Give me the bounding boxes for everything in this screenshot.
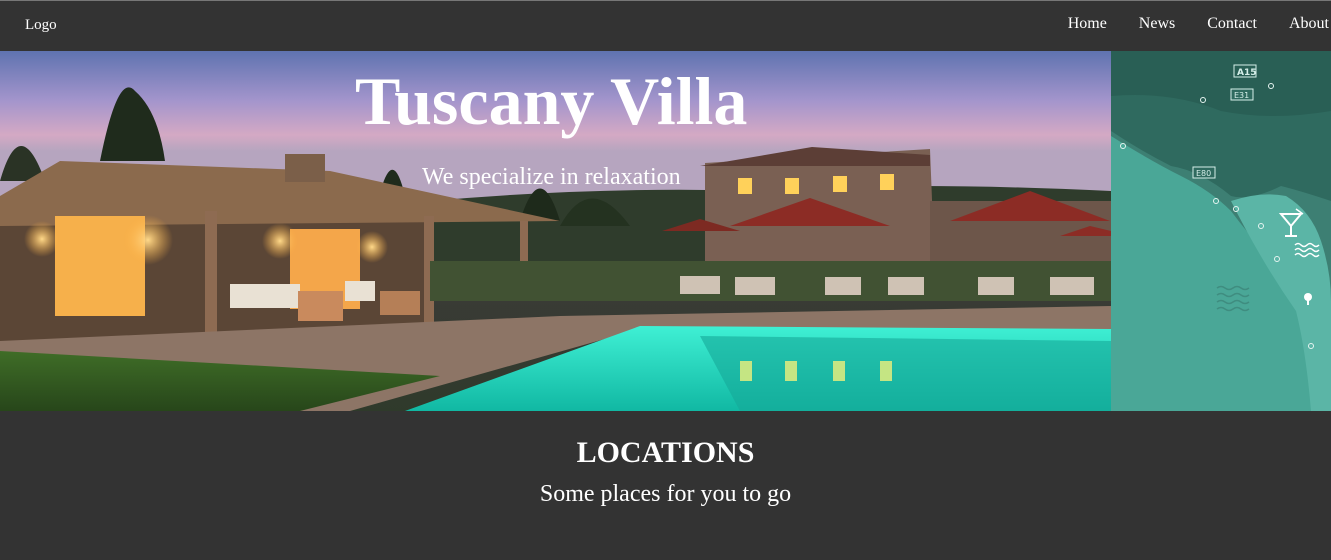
nav-contact-link[interactable]: Contact	[1207, 15, 1257, 33]
map-graphic: A15 E31 E80	[1111, 51, 1331, 411]
hero-subtitle: We specialize in relaxation	[422, 164, 681, 190]
nav-about-link[interactable]: About	[1289, 15, 1329, 33]
locations-section: LOCATIONS Some places for you to go	[0, 411, 1331, 560]
road-label-e80: E80	[1196, 169, 1211, 178]
logo[interactable]: Logo	[25, 17, 57, 34]
nav-news-link[interactable]: News	[1139, 15, 1175, 33]
locations-title: LOCATIONS	[576, 436, 755, 469]
road-label-e31: E31	[1234, 91, 1249, 100]
tuscany-map[interactable]: A15 E31 E80	[1111, 51, 1331, 411]
nav-home-link[interactable]: Home	[1068, 15, 1107, 33]
road-label-a15: A15	[1237, 68, 1257, 78]
page: Logo Home News Contact About Tuscany Vil…	[0, 0, 1331, 560]
main-nav: Home News Contact About	[1036, 15, 1331, 33]
hero-title: Tuscany Villa	[355, 63, 748, 139]
top-navbar: Logo Home News Contact About	[0, 0, 1331, 51]
hero-banner: Tuscany Villa We specialize in relaxatio…	[0, 51, 1111, 411]
locations-subtitle: Some places for you to go	[539, 481, 792, 507]
